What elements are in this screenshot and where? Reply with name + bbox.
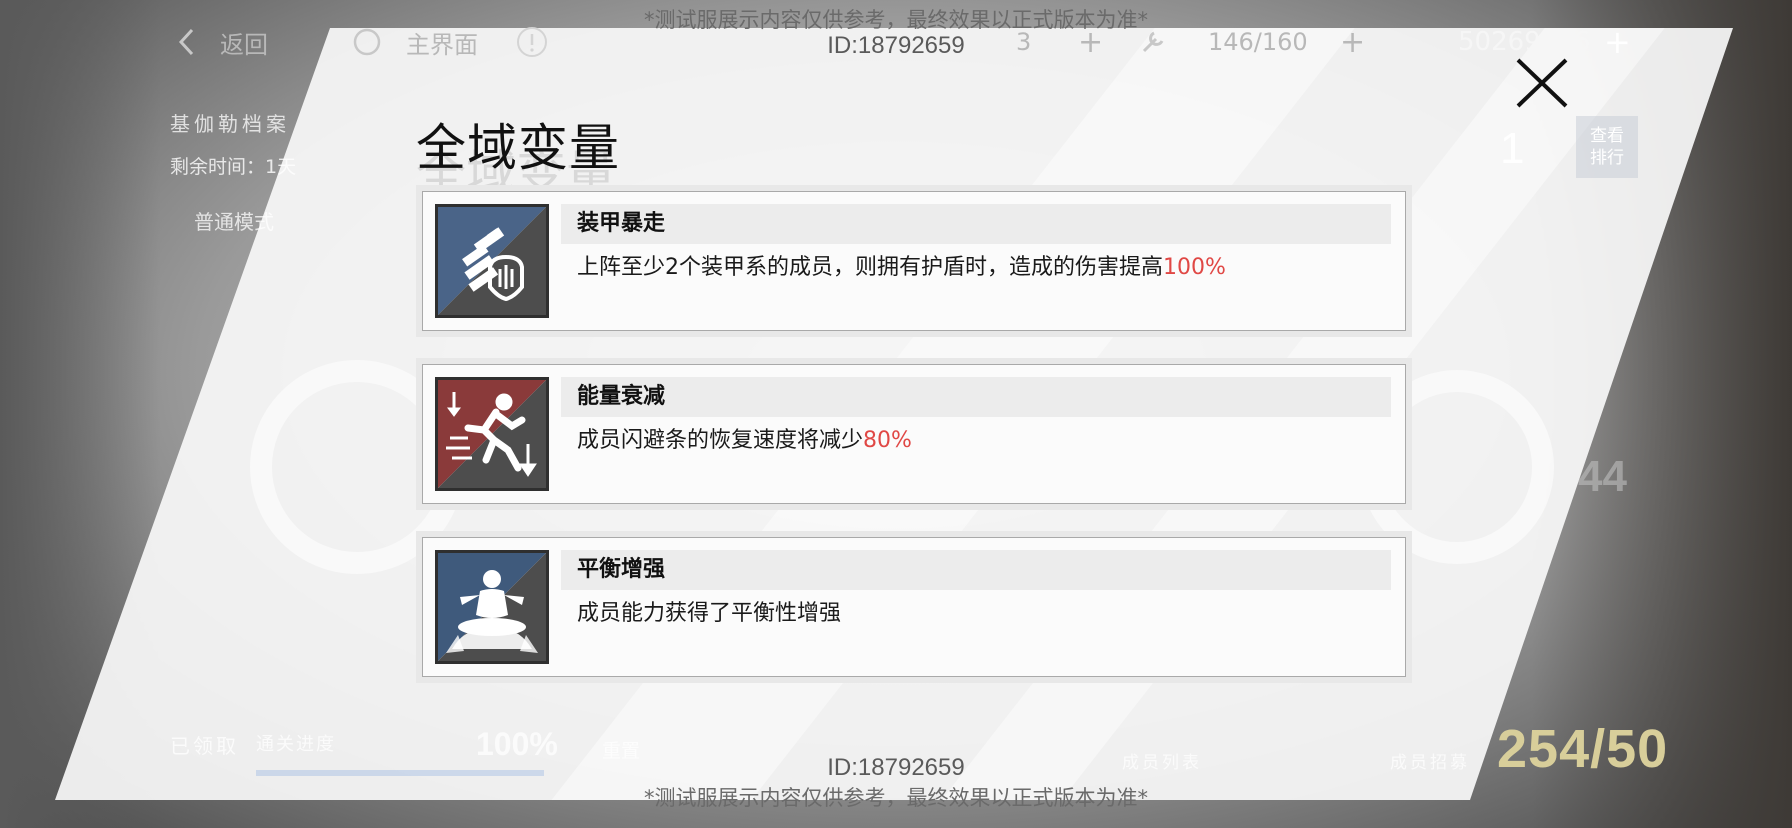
watermark-id-bottom: ID:18792659	[827, 754, 965, 781]
card-description-text: 上阵至少2个装甲系的成员，则拥有护盾时，造成的伤害提高	[577, 255, 1163, 280]
card-description-text: 成员闪避条的恢复速度将减少	[577, 428, 864, 453]
meditation-icon	[435, 550, 549, 664]
view-ranking-label: 查看排行	[1590, 126, 1624, 168]
ring-value: 44	[1578, 452, 1627, 501]
event-title: 基伽勒档案	[170, 114, 290, 136]
progress-label: 通关进度	[256, 734, 336, 754]
rank-number: 1	[1500, 124, 1525, 173]
card-name: 装甲暴走	[577, 211, 666, 236]
card-header: 能量衰减	[561, 377, 1391, 417]
card-highlight-value: 100%	[1163, 255, 1226, 280]
watermark-bottom: *测试服展示内容仅供参考，最终效果以正式版本为准*	[644, 786, 1148, 810]
modifier-card-body: 能量衰减 成员闪避条的恢复速度将减少80%	[422, 364, 1406, 504]
card-description: 成员闪避条的恢复速度将减少80%	[577, 425, 912, 457]
card-header: 平衡增强	[561, 550, 1391, 590]
card-highlight-value: 80%	[863, 428, 912, 453]
modifier-card-body: 装甲暴走 上阵至少2个装甲系的成员，则拥有护盾时，造成的伤害提高100%	[422, 191, 1406, 331]
modifier-card: 平衡增强 成员能力获得了平衡性增强	[416, 531, 1412, 683]
modifier-card: 能量衰减 成员闪避条的恢复速度将减少80%	[416, 358, 1412, 510]
card-name: 平衡增强	[577, 557, 666, 582]
modifier-card-body: 平衡增强 成员能力获得了平衡性增强	[422, 537, 1406, 677]
card-description-text: 成员能力获得了平衡性增强	[577, 601, 842, 626]
running-down-icon	[435, 377, 549, 491]
watermark-top: *测试服展示内容仅供参考，最终效果以正式版本为准*	[644, 8, 1148, 32]
card-description: 上阵至少2个装甲系的成员，则拥有护盾时，造成的伤害提高100%	[577, 252, 1226, 284]
close-icon	[1516, 58, 1568, 108]
close-button[interactable]	[1510, 56, 1574, 112]
mode-label[interactable]: 普通模式	[194, 206, 274, 235]
modifier-card: 装甲暴走 上阵至少2个装甲系的成员，则拥有护盾时，造成的伤害提高100%	[416, 185, 1412, 337]
card-header: 装甲暴走	[561, 204, 1391, 244]
modal-title: 全域变量	[416, 119, 620, 177]
remaining-time: 剩余时间：1天	[170, 156, 297, 178]
card-name: 能量衰减	[577, 384, 666, 409]
armor-fist-icon	[435, 204, 549, 318]
card-description: 成员能力获得了平衡性增强	[577, 598, 841, 630]
view-ranking-button[interactable]: 查看排行	[1576, 116, 1638, 178]
